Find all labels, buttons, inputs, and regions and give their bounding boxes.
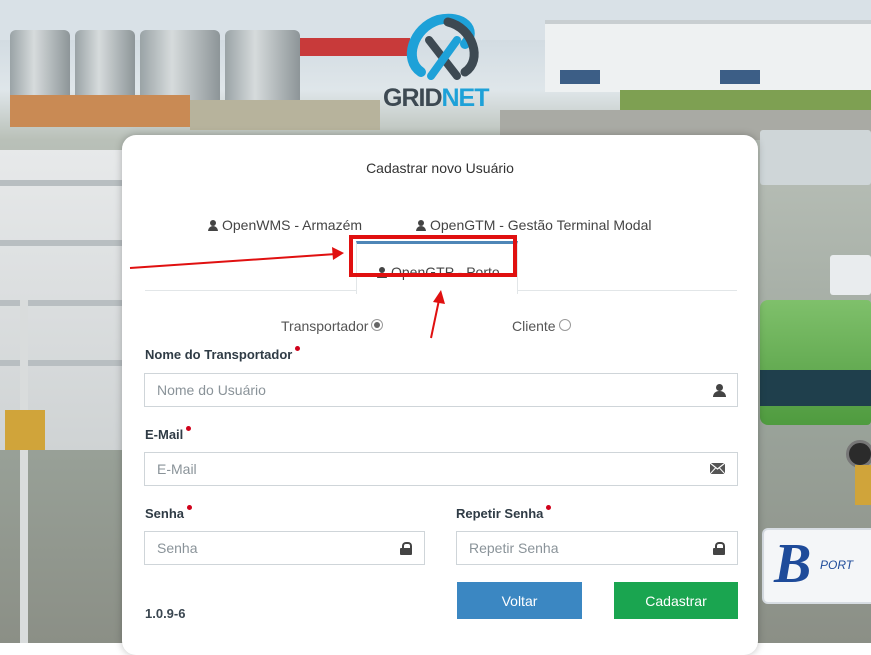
annotation-arrow-head bbox=[433, 290, 445, 304]
annotation-arrow bbox=[430, 299, 440, 339]
annotation-arrow bbox=[129, 253, 337, 269]
annotation-arrows bbox=[129, 247, 445, 339]
annotation-arrow-head bbox=[332, 247, 344, 260]
